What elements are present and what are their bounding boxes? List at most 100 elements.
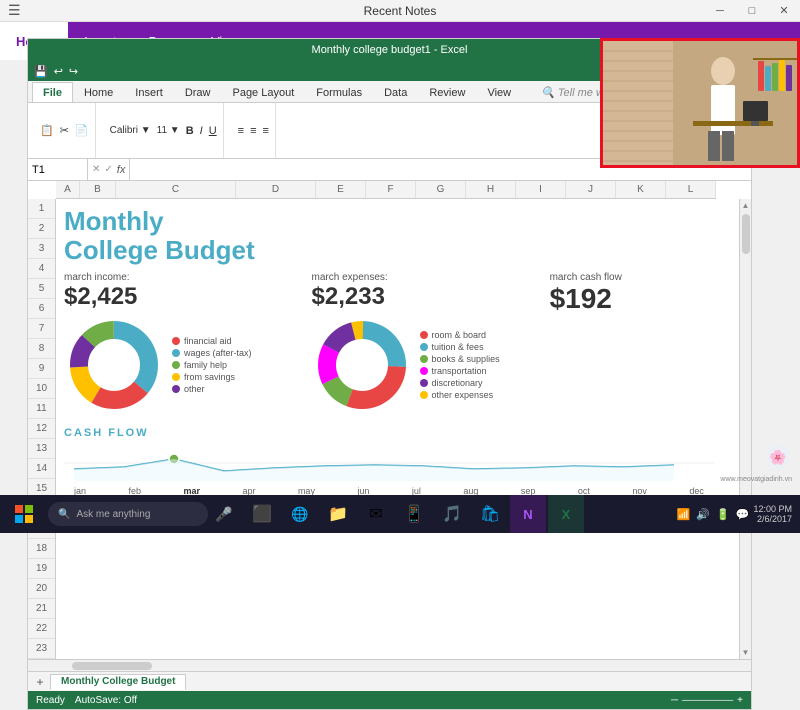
maximize-button[interactable]: □ bbox=[736, 0, 768, 21]
add-sheet-button[interactable]: + bbox=[32, 674, 48, 690]
scrollbar-thumb-vertical[interactable] bbox=[742, 214, 750, 254]
income-label: march income: bbox=[64, 272, 252, 283]
bold-btn[interactable]: B bbox=[186, 125, 194, 137]
copy-icon[interactable]: 📄 bbox=[75, 124, 89, 137]
col-header-k: K bbox=[616, 181, 666, 198]
taskbar-datetime: 12:00 PM 2/6/2017 bbox=[753, 504, 792, 524]
legend-transport: transportation bbox=[420, 366, 500, 376]
legend-dot-tuition bbox=[420, 343, 428, 351]
formula-fx-icon[interactable]: fx bbox=[117, 164, 126, 176]
legend-discretionary: discretionary bbox=[420, 378, 500, 388]
income-legend: financial aid wages (after-tax) family h… bbox=[172, 336, 252, 394]
file-explorer-btn[interactable]: 📁 bbox=[320, 495, 356, 533]
col-header-c: C bbox=[116, 181, 236, 198]
phone-btn[interactable]: 📱 bbox=[396, 495, 432, 533]
excel-taskbar-btn[interactable]: X bbox=[548, 495, 584, 533]
excel-tab-insert[interactable]: Insert bbox=[124, 82, 174, 102]
row-18: 18 bbox=[28, 539, 55, 559]
vertical-scrollbar[interactable]: ▲ ▼ bbox=[739, 199, 751, 659]
start-button[interactable] bbox=[0, 495, 48, 533]
notification-icon[interactable]: 💬 bbox=[736, 508, 750, 521]
excel-tab-review[interactable]: Review bbox=[418, 82, 476, 102]
income-block: march income: $2,425 bbox=[64, 272, 252, 415]
task-view-btn[interactable]: ⬛ bbox=[244, 495, 280, 533]
underline-btn[interactable]: U bbox=[209, 125, 217, 137]
align-left-icon[interactable]: ≡ bbox=[238, 125, 244, 137]
excel-tab-draw[interactable]: Draw bbox=[174, 82, 222, 102]
cell-reference[interactable]: T1 bbox=[28, 159, 88, 180]
column-headers: A B C D E F G H I J K L bbox=[56, 181, 751, 199]
italic-btn[interactable]: I bbox=[200, 125, 203, 137]
cashflow-march-label: march cash flow bbox=[550, 272, 622, 283]
row-5: 5 bbox=[28, 279, 55, 299]
horizontal-scrollbar[interactable] bbox=[28, 659, 751, 671]
store-btn[interactable]: 🛍 bbox=[472, 495, 508, 533]
watermark-url: www.meovatgiadinh.vn bbox=[720, 476, 792, 483]
close-button[interactable]: ✕ bbox=[768, 0, 800, 21]
align-center-icon[interactable]: ≡ bbox=[250, 125, 256, 137]
watermark: 🌸 www.meovatgiadinh.vn bbox=[720, 443, 792, 483]
taskbar-date-display: 2/6/2017 bbox=[753, 514, 792, 524]
income-donut bbox=[64, 315, 164, 415]
budget-title-block: Monthly College Budget bbox=[64, 207, 731, 264]
save-icon[interactable]: 💾 bbox=[34, 65, 48, 78]
excel-tab-data[interactable]: Data bbox=[373, 82, 418, 102]
row-21: 21 bbox=[28, 599, 55, 619]
legend-books: books & supplies bbox=[420, 354, 500, 364]
font-selector[interactable]: Calibri ▼ bbox=[110, 125, 151, 136]
ribbon-group-alignment: ≡ ≡ ≡ bbox=[232, 103, 276, 158]
paste-icon[interactable]: 📋 bbox=[40, 124, 54, 137]
formula-icons: ✕ ✓ fx bbox=[88, 159, 130, 180]
expenses-chart: room & board tuition & fees books & supp… bbox=[312, 315, 500, 415]
excel-tab-view[interactable]: View bbox=[476, 82, 522, 102]
taskbar-search-box[interactable]: 🔍 Ask me anything bbox=[48, 502, 208, 526]
zoom-slider[interactable]: ──────── bbox=[682, 695, 733, 705]
align-right-icon[interactable]: ≡ bbox=[263, 125, 269, 137]
col-header-e: E bbox=[316, 181, 366, 198]
legend-tuition: tuition & fees bbox=[420, 342, 500, 352]
undo-icon[interactable]: ↩ bbox=[54, 65, 63, 78]
expenses-donut bbox=[312, 315, 412, 415]
excel-tab-page-layout[interactable]: Page Layout bbox=[221, 82, 305, 102]
row-6: 6 bbox=[28, 299, 55, 319]
zoom-out-btn[interactable]: ─ bbox=[671, 695, 678, 706]
legend-financial-aid: financial aid bbox=[172, 336, 252, 346]
music-btn[interactable]: 🎵 bbox=[434, 495, 470, 533]
excel-tab-formulas[interactable]: Formulas bbox=[305, 82, 373, 102]
spreadsheet-content[interactable]: Monthly College Budget march income: $2,… bbox=[56, 199, 739, 659]
mail-btn[interactable]: ✉ bbox=[358, 495, 394, 533]
spreadsheet-main: 1 2 3 4 5 6 7 8 9 10 11 12 13 14 15 16 1… bbox=[28, 199, 751, 659]
onenote-taskbar-btn[interactable]: N bbox=[510, 495, 546, 533]
photo-svg bbox=[603, 41, 797, 165]
minimize-button[interactable]: ─ bbox=[704, 0, 736, 21]
edge-btn[interactable]: 🌐 bbox=[282, 495, 318, 533]
windows-logo-icon bbox=[15, 505, 33, 523]
cortana-button[interactable]: 🎤 bbox=[208, 495, 240, 533]
scrollbar-thumb-horizontal[interactable] bbox=[72, 662, 152, 670]
formula-confirm-icon[interactable]: ✓ bbox=[104, 164, 112, 175]
charts-stats-row: march income: $2,425 bbox=[64, 272, 731, 415]
row-10: 10 bbox=[28, 379, 55, 399]
sheet-tabs: + Monthly College Budget bbox=[28, 671, 751, 691]
row-2: 2 bbox=[28, 219, 55, 239]
excel-tab-file[interactable]: File bbox=[32, 82, 73, 102]
sheet-tab-monthly[interactable]: Monthly College Budget bbox=[50, 674, 186, 690]
legend-other-income: other bbox=[172, 384, 252, 394]
hamburger-icon[interactable]: ☰ bbox=[8, 2, 21, 19]
row-9: 9 bbox=[28, 359, 55, 379]
font-size-selector[interactable]: 11 ▼ bbox=[157, 125, 180, 136]
window-title: Recent Notes bbox=[364, 4, 437, 18]
row-22: 22 bbox=[28, 619, 55, 639]
row-8: 8 bbox=[28, 339, 55, 359]
excel-window-title: Monthly college budget1 - Excel bbox=[312, 44, 468, 56]
network-icon[interactable]: 📶 bbox=[677, 508, 691, 521]
formula-cancel-icon[interactable]: ✕ bbox=[92, 164, 100, 175]
cut-icon[interactable]: ✂ bbox=[60, 124, 69, 137]
battery-icon[interactable]: 🔋 bbox=[716, 508, 730, 521]
excel-tab-home[interactable]: Home bbox=[73, 82, 124, 102]
zoom-in-btn[interactable]: + bbox=[737, 695, 743, 706]
volume-icon[interactable]: 🔊 bbox=[696, 508, 710, 521]
redo-icon[interactable]: ↪ bbox=[69, 65, 78, 78]
status-bar: Ready AutoSave: Off ─ ──────── + bbox=[28, 691, 751, 709]
row-3: 3 bbox=[28, 239, 55, 259]
